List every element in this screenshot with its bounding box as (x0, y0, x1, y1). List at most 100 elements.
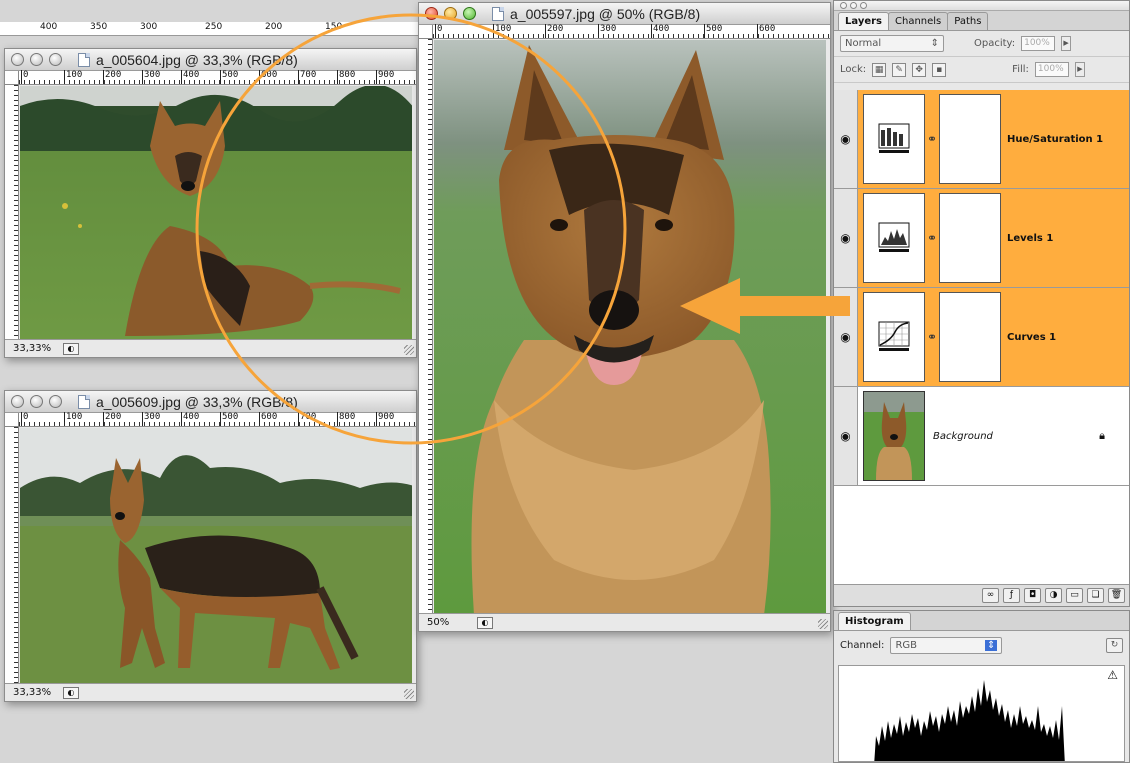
layer-background[interactable]: ◉ Background 🔒︎ (834, 387, 1129, 486)
zoom-button[interactable] (463, 7, 476, 20)
visibility-eye-icon[interactable]: ◉ (834, 90, 858, 188)
panel-minimize-button[interactable] (850, 2, 857, 9)
ruler-origin[interactable] (5, 71, 19, 85)
document-window-a005609[interactable]: a_005609.jpg @ 33,3% (RGB/8) 0 100 200 3… (4, 390, 417, 702)
channel-label: Channel: (840, 639, 885, 651)
layer-mask-thumbnail[interactable] (939, 193, 1001, 283)
adjustment-layer-icon[interactable]: ◑ (1045, 588, 1062, 603)
lock-transparency-icon[interactable]: ▦ (872, 62, 887, 77)
ruler-label: 600 (259, 70, 277, 84)
resize-grip[interactable] (818, 619, 828, 629)
new-layer-icon[interactable]: ❏ (1087, 588, 1104, 603)
visibility-eye-icon[interactable]: ◉ (834, 189, 858, 287)
panel-tabs: Histogram (834, 611, 1129, 631)
ruler-label: 200 (103, 412, 121, 426)
chain-link-icon[interactable]: ⚭ (925, 132, 939, 146)
fill-field[interactable]: 100% (1034, 62, 1069, 77)
layer-name[interactable]: Curves 1 (1007, 332, 1056, 343)
tab-channels[interactable]: Channels (888, 12, 949, 30)
ruler-label: 400 (40, 22, 58, 32)
image-canvas[interactable] (20, 86, 412, 339)
zoom-button[interactable] (49, 53, 62, 66)
status-menu-icon[interactable]: ◐ (63, 342, 79, 355)
background-thumbnail (863, 391, 925, 481)
histogram-panel[interactable]: Histogram Channel: RGB ⇕ ↻ ⚠ (833, 610, 1130, 763)
lock-all-icon[interactable]: ▪ (932, 62, 947, 77)
status-menu-icon[interactable]: ◐ (477, 616, 493, 629)
document-window-a005597[interactable]: a_005597.jpg @ 50% (RGB/8) 0 100 200 300… (418, 2, 831, 632)
panel-close-button[interactable] (840, 2, 847, 9)
zoom-level[interactable]: 50% (427, 617, 477, 628)
zoom-level[interactable]: 33,33% (13, 687, 63, 698)
fill-slider-arrow[interactable]: ▶ (1074, 62, 1085, 77)
document-window-a005604[interactable]: a_005604.jpg @ 33,3% (RGB/8) 0 100 200 3… (4, 48, 417, 358)
tab-paths[interactable]: Paths (947, 12, 989, 30)
tab-histogram[interactable]: Histogram (838, 612, 911, 630)
opacity-field[interactable]: 100% (1021, 36, 1056, 51)
layer-name[interactable]: Levels 1 (1007, 233, 1053, 244)
horizontal-ruler[interactable]: 0 100 200 300 400 500 600 700 800 900 (19, 412, 416, 427)
zoom-level[interactable]: 33,33% (13, 343, 63, 354)
lock-label: Lock: (840, 64, 867, 75)
vertical-ruler[interactable] (5, 427, 19, 683)
layers-panel-footer: ∞ ƒ ◘ ◑ ▭ ❏ 🗑︎ (834, 584, 1129, 606)
layer-hue-saturation[interactable]: ◉ ⚭ Hue/Saturation 1 (834, 90, 1129, 189)
horizontal-ruler[interactable]: 0 100 200 300 400 500 600 (433, 24, 830, 39)
resize-grip[interactable] (404, 689, 414, 699)
resize-grip[interactable] (404, 345, 414, 355)
refresh-icon[interactable]: ↻ (1106, 637, 1123, 653)
tab-layers[interactable]: Layers (838, 12, 889, 30)
horizontal-ruler[interactable]: 0 100 200 300 400 500 600 700 800 900 (19, 70, 416, 85)
channel-value: RGB (895, 639, 917, 651)
curves-icon (863, 292, 925, 382)
ruler-label: 0 (21, 70, 28, 84)
document-icon (492, 6, 504, 21)
lock-image-icon[interactable]: ✎ (892, 62, 907, 77)
layer-mask-thumbnail[interactable] (939, 292, 1001, 382)
layer-style-icon[interactable]: ƒ (1003, 588, 1020, 603)
link-layers-icon[interactable]: ∞ (982, 588, 999, 603)
close-button[interactable] (11, 53, 24, 66)
window-title: a_005597.jpg @ 50% (RGB/8) (510, 5, 701, 22)
vertical-ruler[interactable] (419, 39, 433, 613)
close-button[interactable] (11, 395, 24, 408)
histogram-graph: ⚠ (838, 665, 1125, 762)
add-mask-icon[interactable]: ◘ (1024, 588, 1041, 603)
opacity-slider-arrow[interactable]: ▶ (1061, 36, 1072, 51)
chain-link-icon[interactable]: ⚭ (925, 330, 939, 344)
layer-curves[interactable]: ◉ ⚭ Curves 1 (834, 288, 1129, 387)
status-menu-icon[interactable]: ◐ (63, 686, 79, 699)
ruler-origin[interactable] (5, 413, 19, 427)
zoom-button[interactable] (49, 395, 62, 408)
panel-zoom-button[interactable] (860, 2, 867, 9)
visibility-eye-icon[interactable]: ◉ (834, 387, 858, 485)
image-canvas[interactable] (20, 428, 412, 683)
blend-row: Normal ⇕ Opacity: 100% ▶ (834, 31, 1129, 57)
chain-link-icon[interactable]: ⚭ (925, 231, 939, 245)
layer-name[interactable]: Hue/Saturation 1 (1007, 134, 1103, 145)
minimize-button[interactable] (30, 395, 43, 408)
ruler-label: 200 (265, 22, 283, 32)
channel-select[interactable]: RGB ⇕ (890, 636, 1003, 654)
blend-mode-select[interactable]: Normal ⇕ (840, 35, 944, 52)
trash-icon[interactable]: 🗑︎ (1108, 588, 1125, 603)
ruler-label: 700 (298, 412, 316, 426)
close-button[interactable] (425, 7, 438, 20)
window-titlebar[interactable]: a_005604.jpg @ 33,3% (RGB/8) (5, 49, 416, 71)
visibility-eye-icon[interactable]: ◉ (834, 288, 858, 386)
lock-position-icon[interactable]: ✥ (912, 62, 927, 77)
levels-icon (863, 193, 925, 283)
window-titlebar[interactable]: a_005609.jpg @ 33,3% (RGB/8) (5, 391, 416, 413)
minimize-button[interactable] (444, 7, 457, 20)
vertical-ruler[interactable] (5, 85, 19, 339)
image-canvas[interactable] (434, 40, 826, 613)
layer-name[interactable]: Background (933, 431, 993, 442)
panel-titlebar[interactable] (834, 1, 1129, 11)
layer-levels[interactable]: ◉ ⚭ Levels 1 (834, 189, 1129, 288)
ruler-origin[interactable] (419, 25, 433, 39)
window-titlebar[interactable]: a_005597.jpg @ 50% (RGB/8) (419, 3, 830, 25)
minimize-button[interactable] (30, 53, 43, 66)
layers-panel[interactable]: Layers Channels Paths Normal ⇕ Opacity: … (833, 0, 1130, 607)
layer-mask-thumbnail[interactable] (939, 94, 1001, 184)
new-group-icon[interactable]: ▭ (1066, 588, 1083, 603)
